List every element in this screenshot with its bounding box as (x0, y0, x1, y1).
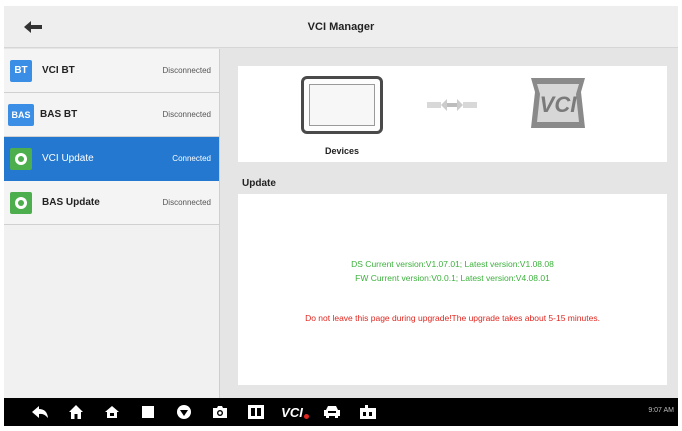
app-screen: VCI Manager BT VCI BT Disconnected BAS B… (4, 6, 678, 426)
sidebar-item-bas-update[interactable]: BAS Update Disconnected (4, 181, 219, 225)
devices-panel: Devices VCI (238, 66, 667, 162)
house-icon[interactable] (102, 402, 122, 422)
devices-label: Devices (324, 146, 360, 156)
screenshot-icon[interactable] (246, 402, 266, 422)
vci-logo-text: VCI (540, 92, 578, 117)
status-bar-time: 9:07 AM (648, 407, 674, 414)
update-icon (10, 191, 32, 214)
sidebar-item-label: VCI Update (42, 153, 94, 164)
update-panel: DS Current version:V1.07.01; Latest vers… (238, 194, 667, 385)
browser-icon[interactable] (174, 402, 194, 422)
title-bar: VCI Manager (4, 6, 678, 48)
sidebar-item-vci-update[interactable]: VCI Update Connected (4, 137, 219, 181)
tablet-icon (301, 76, 383, 134)
sidebar-item-bas-bt[interactable]: BAS BAS BT Disconnected (4, 93, 219, 137)
connection-status: Connected (172, 154, 211, 163)
bt-icon: BT (10, 59, 32, 82)
sidebar: BT VCI BT Disconnected BAS BAS BT Discon… (4, 49, 220, 398)
navigation-bar: VCI 9:07 AM (4, 398, 678, 426)
back-arrow-icon (24, 21, 42, 33)
back-icon[interactable] (30, 402, 50, 422)
camera-icon[interactable] (210, 402, 230, 422)
sidebar-item-label: BAS BT (40, 109, 78, 120)
sidebar-item-vci-bt[interactable]: BT VCI BT Disconnected (4, 49, 219, 93)
update-icon (10, 147, 32, 170)
sidebar-item-label: VCI BT (42, 65, 75, 76)
page-title: VCI Manager (307, 21, 375, 33)
recent-apps-icon[interactable] (138, 402, 158, 422)
connection-status: Disconnected (162, 110, 211, 119)
device-frame: VCI Manager BT VCI BT Disconnected BAS B… (0, 0, 682, 431)
connection-status: Disconnected (162, 198, 211, 207)
vci-nav-label: VCI (281, 404, 303, 420)
ds-version-text: DS Current version:V1.07.01; Latest vers… (351, 259, 554, 269)
update-header: Update (242, 178, 276, 189)
car-icon[interactable] (322, 402, 342, 422)
sidebar-item-label: BAS Update (42, 197, 100, 208)
back-button[interactable] (4, 6, 62, 48)
connection-link-icon (427, 99, 477, 111)
upgrade-warning-text: Do not leave this page during upgrade!Th… (305, 313, 600, 323)
home-icon[interactable] (66, 402, 86, 422)
vci-icon[interactable]: VCI (280, 402, 310, 422)
bas-icon: BAS (8, 103, 34, 126)
shop-icon[interactable] (358, 402, 378, 422)
connection-status: Disconnected (162, 66, 211, 75)
fw-version-text: FW Current version:V0.0.1; Latest versio… (355, 273, 550, 283)
vci-logo-icon: VCI (531, 78, 585, 128)
